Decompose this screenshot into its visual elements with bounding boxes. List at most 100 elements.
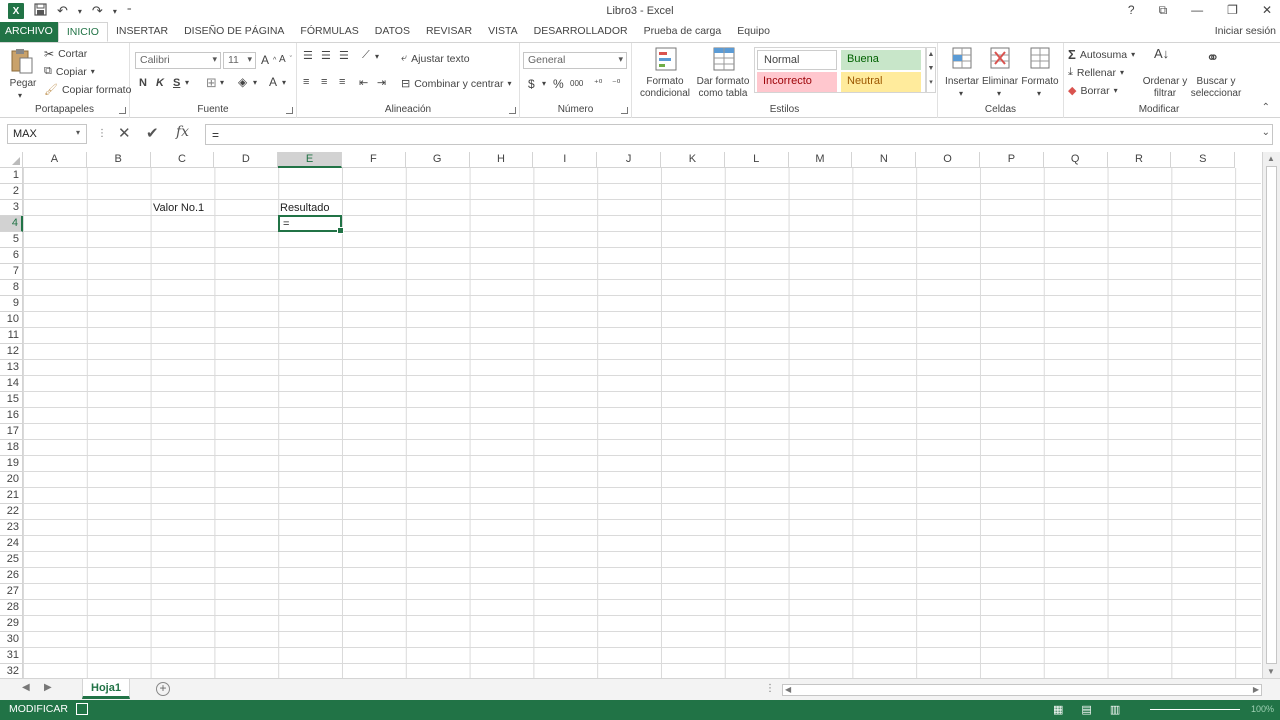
row-header-21[interactable]: 21: [0, 488, 23, 504]
increase-indent-icon[interactable]: ⇥: [377, 76, 386, 89]
decrease-decimal-icon[interactable]: ⁻⁰: [612, 78, 620, 89]
column-header-g[interactable]: G: [405, 152, 470, 168]
formula-bar-grip-icon[interactable]: ⋮: [97, 128, 107, 139]
tab-revisar[interactable]: REVISAR: [418, 22, 480, 42]
number-format-select[interactable]: General: [523, 52, 627, 69]
horizontal-scrollbar[interactable]: ◀ ▶: [782, 684, 1262, 696]
sort-filter-button[interactable]: A↓ Ordenar y filtrar: [1140, 46, 1190, 101]
fill-button[interactable]: ⤓ Rellenar ▾: [1068, 66, 1124, 79]
row-header-12[interactable]: 12: [0, 344, 23, 360]
align-left-icon[interactable]: ≡: [303, 76, 309, 88]
row-header-23[interactable]: 23: [0, 520, 23, 536]
font-size-select[interactable]: 11: [223, 52, 256, 69]
copy-button[interactable]: ⧉ Copiar ▾: [44, 65, 95, 78]
row-header-28[interactable]: 28: [0, 600, 23, 616]
expand-formula-bar-icon[interactable]: ⌄: [1262, 127, 1270, 138]
bold-button[interactable]: N: [139, 77, 147, 89]
vertical-scroll-thumb[interactable]: [1266, 166, 1277, 664]
close-icon[interactable]: ✕: [1262, 3, 1272, 18]
align-bottom-icon[interactable]: ☰: [339, 49, 349, 62]
column-header-i[interactable]: I: [533, 152, 598, 168]
decrease-indent-icon[interactable]: ⇤: [359, 76, 368, 89]
scroll-up-icon[interactable]: ▲: [1267, 154, 1275, 163]
add-sheet-icon[interactable]: +: [156, 682, 170, 696]
orientation-icon[interactable]: ⟋: [362, 49, 370, 62]
tab-desarrollador[interactable]: DESARROLLADOR: [526, 22, 636, 42]
confirm-entry-icon[interactable]: ✔: [146, 124, 159, 142]
paste-button[interactable]: Pegar ▾: [8, 47, 36, 102]
sheet-tab-hoja1[interactable]: Hoja1: [82, 679, 130, 699]
row-header-6[interactable]: 6: [0, 248, 23, 264]
tab-insertar[interactable]: INSERTAR: [108, 22, 176, 42]
align-center-icon[interactable]: ≡: [321, 76, 327, 88]
tab-prueba-carga[interactable]: Prueba de carga: [636, 22, 730, 42]
align-middle-icon[interactable]: ☰: [321, 49, 331, 62]
insert-function-icon[interactable]: fx: [176, 124, 189, 140]
help-icon[interactable]: ?: [1128, 3, 1135, 18]
fuente-launcher-icon[interactable]: [286, 107, 293, 114]
tab-equipo[interactable]: Equipo: [729, 22, 778, 42]
align-top-icon[interactable]: ☰: [303, 49, 313, 62]
grow-font-icon[interactable]: A ^: [261, 53, 276, 67]
scroll-down-icon[interactable]: ▼: [1267, 667, 1275, 676]
font-name-select[interactable]: Calibri: [135, 52, 221, 69]
column-header-f[interactable]: F: [342, 152, 406, 168]
merge-center-button[interactable]: ⊟ Combinar y centrar ▾: [401, 77, 512, 91]
italic-button[interactable]: K: [156, 77, 164, 89]
format-painter-button[interactable]: 🖌 Copiar formato: [44, 83, 131, 97]
format-as-table-button[interactable]: Dar formato como tabla: [694, 46, 752, 101]
row-header-11[interactable]: 11: [0, 328, 23, 344]
currency-dropdown-icon[interactable]: ▾: [542, 79, 546, 88]
name-box[interactable]: MAX: [7, 124, 87, 144]
column-header-n[interactable]: N: [852, 152, 917, 168]
column-header-a[interactable]: A: [23, 152, 87, 168]
style-incorrecto[interactable]: Incorrecto: [757, 72, 837, 92]
row-header-29[interactable]: 29: [0, 616, 23, 632]
autosum-button[interactable]: Σ Autosuma ▾: [1068, 47, 1135, 62]
tab-diseno-pagina[interactable]: DISEÑO DE PÁGINA: [176, 22, 292, 42]
fill-color-icon[interactable]: ◈: [238, 75, 247, 89]
row-header-26[interactable]: 26: [0, 568, 23, 584]
row-header-31[interactable]: 31: [0, 648, 23, 664]
conditional-format-button[interactable]: Formato condicional: [636, 46, 694, 101]
row-header-27[interactable]: 27: [0, 584, 23, 600]
insert-cells-button[interactable]: Insertar ▾: [942, 46, 982, 101]
column-header-j[interactable]: J: [597, 152, 661, 168]
underline-dropdown-icon[interactable]: ▾: [185, 78, 189, 87]
cancel-entry-icon[interactable]: ✕: [118, 124, 131, 142]
find-select-button[interactable]: ⚭ Buscar y seleccionar: [1188, 46, 1244, 101]
row-header-4[interactable]: 4: [0, 216, 23, 232]
formula-input[interactable]: =: [205, 124, 1273, 145]
tab-formulas[interactable]: FÓRMULAS: [292, 22, 366, 42]
column-header-s[interactable]: S: [1171, 152, 1236, 168]
row-header-20[interactable]: 20: [0, 472, 23, 488]
column-header-b[interactable]: B: [86, 152, 151, 168]
zoom-level[interactable]: 100%: [1251, 704, 1274, 714]
style-normal[interactable]: Normal: [757, 50, 837, 70]
row-header-25[interactable]: 25: [0, 552, 23, 568]
clear-button[interactable]: ◆ Borrar ▾: [1068, 84, 1118, 98]
orientation-dropdown-icon[interactable]: ▾: [375, 52, 379, 61]
style-neutral[interactable]: Neutral: [841, 72, 921, 92]
row-header-5[interactable]: 5: [0, 232, 23, 248]
vertical-scrollbar[interactable]: ▲ ▼: [1262, 152, 1280, 678]
align-right-icon[interactable]: ≡: [339, 76, 345, 88]
percent-button[interactable]: %: [553, 77, 564, 91]
format-cells-button[interactable]: Formato ▾: [1020, 46, 1060, 101]
row-header-30[interactable]: 30: [0, 632, 23, 648]
cell-area[interactable]: [23, 168, 1261, 678]
fill-color-dropdown-icon[interactable]: ▾: [253, 78, 257, 87]
restore-icon[interactable]: ❐: [1227, 3, 1238, 18]
tab-inicio[interactable]: INICIO: [57, 22, 108, 42]
row-header-17[interactable]: 17: [0, 424, 23, 440]
column-header-r[interactable]: R: [1107, 152, 1172, 168]
column-header-q[interactable]: Q: [1043, 152, 1108, 168]
select-all-corner[interactable]: [0, 152, 23, 168]
row-header-13[interactable]: 13: [0, 360, 23, 376]
numero-launcher-icon[interactable]: [621, 107, 628, 114]
shrink-font-icon[interactable]: Aˇ: [279, 54, 292, 65]
cell-c3[interactable]: Valor No.1: [153, 202, 204, 214]
column-header-d[interactable]: D: [214, 152, 279, 168]
normal-view-icon[interactable]: ▦: [1053, 703, 1063, 716]
row-header-8[interactable]: 8: [0, 280, 23, 296]
